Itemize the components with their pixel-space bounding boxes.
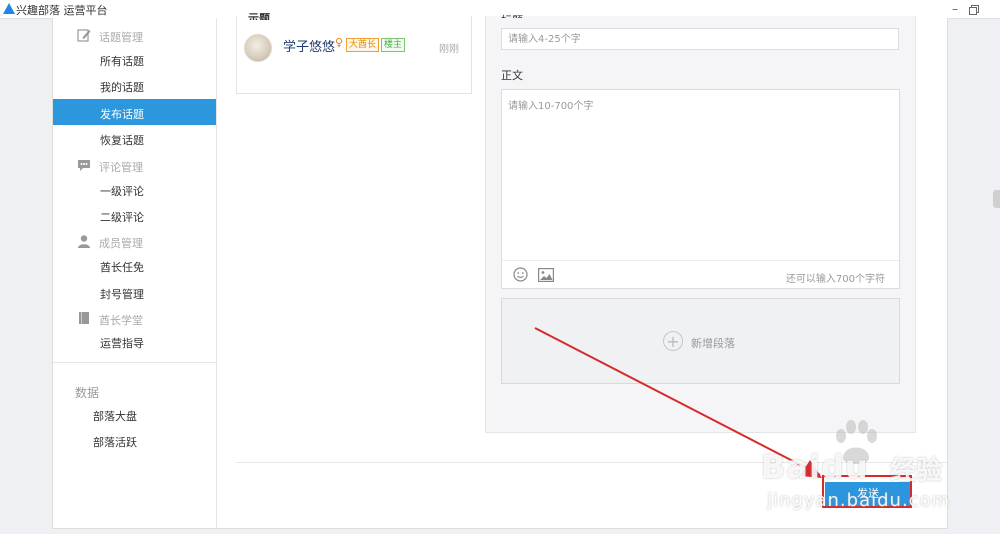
sidebar-item-level2-comments[interactable]: 二级评论	[53, 202, 216, 228]
female-icon: ♀	[335, 36, 344, 49]
main-window: 话题管理 所有话题 我的话题 发布话题 恢复话题 评论管理 一级评论 二级评论 …	[52, 12, 948, 529]
user-icon	[78, 235, 90, 248]
body-textarea[interactable]: 请输入10-700个字 还可以输入700个字符	[501, 89, 900, 289]
host-badge: 楼主	[381, 38, 406, 52]
emoji-icon[interactable]	[513, 267, 528, 282]
sidebar-item-tribe-activity[interactable]: 部落活跃	[93, 434, 137, 450]
sidebar-group-members: 成员管理	[53, 230, 216, 254]
title-input[interactable]: 请输入4-25个字	[501, 28, 899, 50]
restore-button[interactable]	[966, 1, 984, 17]
edit-icon	[77, 29, 91, 42]
editor-panel: 标题 请输入4-25个字 正文 请输入10-700个字 还可以输入700个字符 …	[485, 14, 916, 433]
sidebar-item-chief-appoint[interactable]: 酋长任免	[53, 252, 216, 278]
sidebar-group-label: 评论管理	[99, 161, 143, 174]
image-icon[interactable]	[538, 268, 554, 282]
post-preview-card: 示题 学子悠悠 ♀ 大酋长 楼主 刚刚	[236, 12, 472, 94]
comment-icon	[78, 160, 90, 171]
post-preview-heading: 示题	[248, 12, 270, 20]
sidebar-item-tribe-overview[interactable]: 部落大盘	[93, 408, 137, 424]
sidebar-section-data: 数据	[75, 386, 100, 400]
sidebar-item-all-topics[interactable]: 所有话题	[53, 46, 216, 72]
book-icon	[79, 312, 89, 324]
avatar[interactable]	[244, 34, 272, 62]
plus-circle-icon: +	[663, 331, 683, 351]
app-title: 兴趣部落 运营平台	[16, 4, 108, 17]
sidebar-group-label: 酋长学堂	[99, 314, 143, 327]
sidebar-item-publish-topic[interactable]: 发布话题	[53, 99, 216, 125]
post-time: 刚刚	[439, 44, 459, 55]
body-label: 正文	[501, 69, 523, 82]
send-highlight-box	[822, 475, 912, 508]
app-logo-icon	[3, 3, 15, 14]
title-label: 标题	[501, 12, 523, 18]
footer-divider	[236, 462, 947, 463]
char-count: 还可以输入700个字符	[785, 274, 885, 285]
sidebar-group-label: 成员管理	[99, 237, 143, 250]
add-paragraph-label: 新增段落	[691, 337, 735, 350]
sidebar: 话题管理 所有话题 我的话题 发布话题 恢复话题 评论管理 一级评论 二级评论 …	[53, 18, 217, 528]
sidebar-group-label: 话题管理	[99, 31, 143, 44]
scrollbar-thumb[interactable]	[993, 190, 1000, 208]
sidebar-group-topics: 话题管理	[53, 24, 216, 48]
minimize-button[interactable]: –	[946, 1, 964, 17]
add-paragraph-button[interactable]: + 新增段落	[501, 298, 900, 384]
sidebar-item-my-topics[interactable]: 我的话题	[53, 72, 216, 98]
chief-badge: 大酋长	[346, 38, 380, 52]
sidebar-item-ban-management[interactable]: 封号管理	[53, 279, 216, 305]
editor-toolbar: 还可以输入700个字符	[502, 260, 899, 290]
user-name[interactable]: 学子悠悠	[283, 36, 335, 55]
sidebar-group-comments: 评论管理	[53, 154, 216, 178]
body-placeholder: 请输入10-700个字	[508, 101, 594, 112]
sidebar-divider	[53, 362, 216, 363]
sidebar-item-ops-guide[interactable]: 运营指导	[53, 328, 216, 354]
sidebar-item-restore-topic[interactable]: 恢复话题	[53, 125, 216, 151]
sidebar-item-level1-comments[interactable]: 一级评论	[53, 176, 216, 202]
